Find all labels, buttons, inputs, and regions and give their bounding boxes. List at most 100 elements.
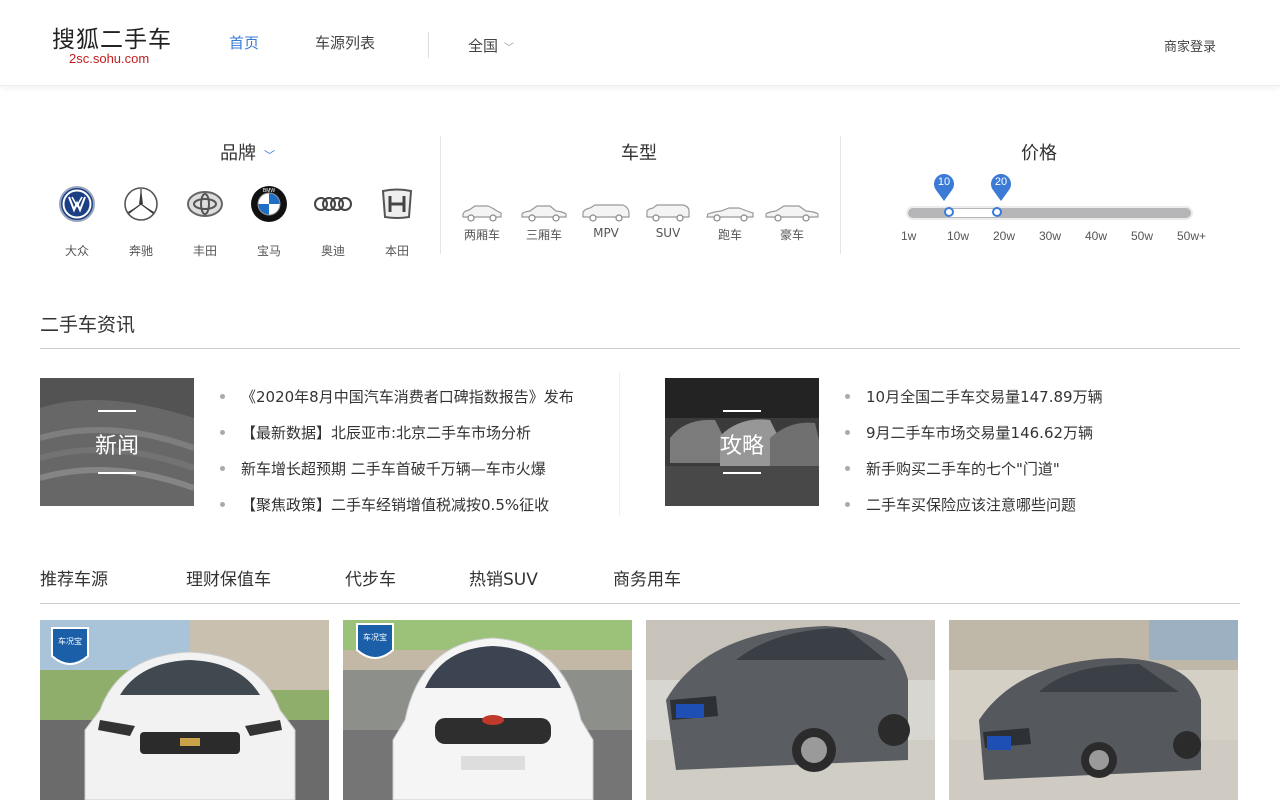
brand-item-toyota[interactable]: 丰田 (180, 184, 230, 259)
city-selector[interactable]: 全国 ﹀ (468, 35, 514, 56)
car-type-filter-title: 车型 (621, 143, 657, 164)
tab-value-retention[interactable]: 理财保值车 (186, 565, 271, 590)
nav-divider (428, 32, 429, 58)
bmw-logo-icon: BMW (249, 184, 289, 224)
news-list-item[interactable]: 《2020年8月中国汽车消费者口碑指数报告》发布 (220, 378, 574, 414)
filter-divider (440, 136, 441, 254)
price-min-pin: 10 (933, 172, 955, 202)
guide-list-item[interactable]: 二手车买保险应该注意哪些问题 (845, 486, 1103, 522)
white-kia-sedan-photo: 车况宝 (343, 620, 632, 800)
guide-link[interactable]: 10月全国二手车交易量147.89万辆 (866, 386, 1103, 407)
news-list-item[interactable]: 新车增长超预期 二手车首破千万辆—车市火爆 (220, 450, 574, 486)
car-type-hatchback[interactable]: 两厢车 (452, 204, 512, 243)
city-selector-label: 全国 (468, 37, 499, 55)
car-type-label: 两厢车 (463, 228, 500, 242)
brand-item-mercedes[interactable]: 奔驰 (116, 184, 166, 259)
price-slider-min-handle[interactable] (944, 207, 954, 217)
price-tick-label[interactable]: 20w (993, 229, 1015, 243)
mercedes-logo-icon (121, 184, 161, 224)
merchant-login-link[interactable]: 商家登录 (1164, 36, 1216, 55)
title-bar-decoration (98, 472, 136, 474)
car-listing-card[interactable]: 车况宝 (343, 620, 632, 800)
brand-item-bmw[interactable]: BMW 宝马 (244, 184, 294, 259)
tab-business[interactable]: 商务用车 (613, 565, 681, 590)
car-type-luxury[interactable]: 豪车 (762, 204, 822, 243)
site-logo[interactable]: 搜狐二手车 (52, 20, 172, 54)
brand-label: 奥迪 (320, 244, 345, 258)
brand-item-honda[interactable]: 本田 (372, 184, 422, 259)
news-link[interactable]: 【聚焦政策】二手车经销增值税减按0.5%征收 (241, 494, 549, 515)
news-list-item[interactable]: 【最新数据】北辰亚市:北京二手车市场分析 (220, 414, 574, 450)
news-link[interactable]: 《2020年8月中国汽车消费者口碑指数报告》发布 (241, 386, 574, 407)
news-divider (619, 372, 620, 516)
guide-category-image[interactable]: 攻略 (665, 378, 819, 506)
bullet-dot-icon (845, 465, 850, 471)
car-type-label: MPV (593, 226, 619, 240)
guide-link[interactable]: 二手车买保险应该注意哪些问题 (866, 494, 1076, 515)
price-slider-max-handle[interactable] (992, 207, 1002, 217)
price-tick-label[interactable]: 50w+ (1177, 229, 1206, 243)
title-bar-decoration (98, 410, 136, 412)
news-list: 《2020年8月中国汽车消费者口碑指数报告》发布 【最新数据】北辰亚市:北京二手… (220, 378, 574, 522)
guide-list-item[interactable]: 新手购买二手车的七个"门道" (845, 450, 1103, 486)
car-type-suv[interactable]: SUV (638, 204, 698, 240)
car-type-label: 豪车 (779, 228, 804, 242)
brand-label: 大众 (64, 244, 89, 258)
bullet-dot-icon (845, 501, 850, 507)
site-logo-domain[interactable]: 2sc.sohu.com (69, 51, 149, 66)
gray-honda-sedan-rear-photo (949, 620, 1238, 800)
sports-car-icon (706, 207, 754, 222)
price-min-label: 10 (937, 176, 951, 188)
tab-hot-suv[interactable]: 热销SUV (469, 565, 538, 590)
badge-label: 车况宝 (58, 636, 82, 646)
white-chevrolet-sedan-photo: 车况宝 (40, 620, 329, 800)
brand-item-audi[interactable]: 奥迪 (308, 184, 358, 259)
price-filter-title: 价格 (1021, 143, 1057, 164)
tab-recommended[interactable]: 推荐车源 (40, 565, 108, 590)
bullet-dot-icon (220, 501, 225, 507)
price-max-label: 20 (994, 176, 1008, 188)
car-listing-card[interactable]: 车况宝 (40, 620, 329, 800)
honda-logo-icon (377, 184, 417, 224)
news-list-item[interactable]: 【聚焦政策】二手车经销增值税减按0.5%征收 (220, 486, 574, 522)
luxury-car-icon (765, 205, 819, 222)
tab-commuter[interactable]: 代步车 (345, 565, 396, 590)
guide-image-label: 攻略 (719, 434, 764, 459)
price-tick-label[interactable]: 1w (901, 229, 916, 243)
section-divider (40, 348, 1240, 349)
news-link[interactable]: 【最新数据】北辰亚市:北京二手车市场分析 (241, 422, 531, 443)
chevron-down-icon: ﹀ (504, 43, 515, 54)
guide-list-item[interactable]: 9月二手车市场交易量146.62万辆 (845, 414, 1103, 450)
nav-car-list-link[interactable]: 车源列表 (315, 32, 375, 53)
nav-home-link[interactable]: 首页 (229, 32, 259, 53)
toyota-logo-icon (185, 184, 225, 224)
car-listing-card[interactable] (646, 620, 935, 800)
car-type-sports[interactable]: 跑车 (700, 204, 760, 243)
price-max-pin: 20 (990, 172, 1012, 202)
price-tick-label[interactable]: 10w (947, 229, 969, 243)
brand-label: 宝马 (256, 244, 281, 258)
bullet-dot-icon (220, 465, 225, 471)
car-type-mpv[interactable]: MPV (576, 204, 636, 240)
chevron-down-icon: ﹀ (264, 149, 275, 162)
brand-item-volkswagen[interactable]: 大众 (52, 184, 102, 259)
price-tick-label[interactable]: 40w (1085, 229, 1107, 243)
brand-filter-title[interactable]: 品牌 ﹀ (220, 139, 275, 165)
site-header: 搜狐二手车 2sc.sohu.com 首页 车源列表 全国 ﹀ 商家登录 (0, 0, 1280, 86)
guide-list-item[interactable]: 10月全国二手车交易量147.89万辆 (845, 378, 1103, 414)
car-type-sedan[interactable]: 三厢车 (514, 204, 574, 243)
filter-divider (840, 136, 841, 254)
car-listing-card[interactable] (949, 620, 1238, 800)
guide-link[interactable]: 9月二手车市场交易量146.62万辆 (866, 422, 1093, 443)
bullet-dot-icon (220, 393, 225, 399)
guide-link[interactable]: 新手购买二手车的七个"门道" (866, 458, 1060, 479)
badge-label: 车况宝 (363, 632, 387, 642)
news-category-image[interactable]: 新闻 (40, 378, 194, 506)
news-image-label: 新闻 (94, 434, 139, 459)
news-link[interactable]: 新车增长超预期 二手车首破千万辆—车市火爆 (241, 458, 546, 479)
price-tick-label[interactable]: 30w (1039, 229, 1061, 243)
suv-icon (646, 204, 690, 222)
news-section-title: 二手车资讯 (40, 314, 136, 336)
price-tick-label[interactable]: 50w (1131, 229, 1153, 243)
brand-label: 丰田 (192, 244, 217, 258)
